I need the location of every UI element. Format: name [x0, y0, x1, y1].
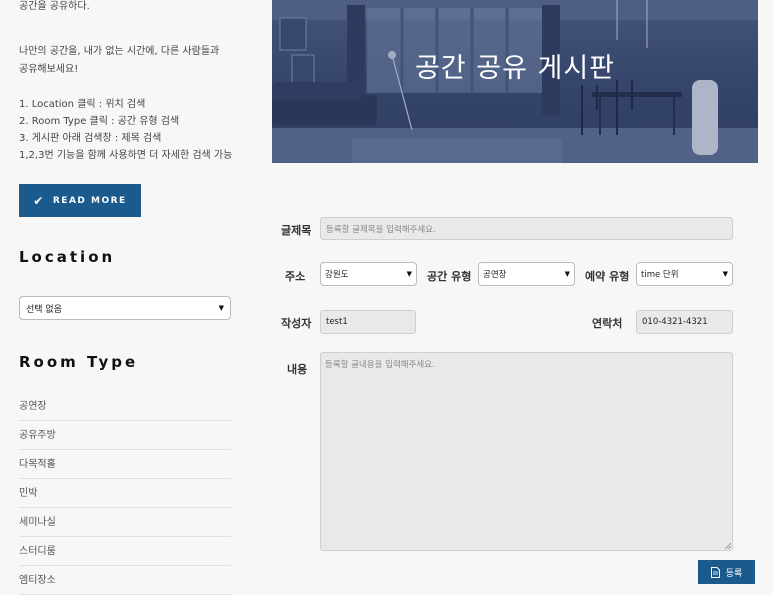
room-type-item[interactable]: 공유주방: [19, 421, 231, 450]
space-type-select[interactable]: 공연장 ▼: [478, 262, 575, 286]
address-select[interactable]: 강원도 ▼: [320, 262, 417, 286]
content-textarea[interactable]: 등록할 글내용을 입력해주세요.: [320, 352, 733, 551]
author-field[interactable]: test1: [320, 310, 416, 334]
room-type-heading: Room Type: [19, 353, 139, 371]
banner-title: 공간 공유 게시판: [414, 53, 616, 84]
intro-paragraph-line2: 공유해보세요!: [19, 64, 79, 75]
reservation-type-label: 예약 유형: [585, 270, 630, 283]
submit-label: 등록: [725, 568, 743, 579]
chevron-down-icon: ▼: [722, 270, 728, 278]
content-label: 내용: [287, 363, 308, 376]
contact-field[interactable]: 010-4321-4321: [636, 310, 733, 334]
room-type-item[interactable]: 다목적홀: [19, 450, 231, 479]
read-more-button[interactable]: ✔ READ MORE: [19, 184, 141, 217]
intro-paragraph-line1: 나만의 공간을, 내가 없는 시간에, 다른 사람들과: [19, 46, 220, 57]
address-select-value: 강원도: [325, 270, 349, 280]
title-label: 글제목: [281, 224, 312, 237]
author-label: 작성자: [281, 317, 312, 330]
resize-handle-icon[interactable]: [724, 542, 731, 549]
location-select-value: 선택 없음: [26, 304, 62, 315]
intro-step-2: 2. Room Type 클릭 : 공간 유형 검색: [19, 116, 180, 127]
location-select[interactable]: 선택 없음 ▼: [19, 296, 231, 320]
address-label: 주소: [285, 270, 306, 283]
chevron-down-icon: ▼: [218, 304, 224, 312]
intro-step-1: 1. Location 클릭 : 위치 검색: [19, 99, 146, 110]
content-placeholder: 등록할 글내용을 입력해주세요.: [325, 360, 435, 370]
intro-step-3: 3. 게시판 아래 검색창 : 제목 검색: [19, 133, 162, 144]
room-type-item[interactable]: 스터디룸: [19, 537, 231, 566]
chevron-down-icon: ▼: [406, 270, 412, 278]
space-type-select-value: 공연장: [483, 270, 507, 280]
room-type-list: 공연장 공유주방 다목적홀 민박 세미나실 스터디룸 엠티장소: [19, 392, 231, 595]
document-icon: [710, 566, 720, 578]
reservation-type-select[interactable]: time 단위 ▼: [636, 262, 733, 286]
reservation-type-select-value: time 단위: [641, 270, 679, 280]
chevron-down-icon: ▼: [564, 270, 570, 278]
banner: 공간 공유 게시판: [272, 0, 758, 163]
room-type-item[interactable]: 세미나실: [19, 508, 231, 537]
submit-button[interactable]: 등록: [698, 560, 755, 584]
title-input[interactable]: 등록할 글제목을 입력해주세요.: [320, 217, 733, 240]
room-type-item[interactable]: 공연장: [19, 392, 231, 421]
space-type-label: 공간 유형: [427, 270, 472, 283]
intro-step-4: 1,2,3번 기능을 함께 사용하면 더 자세한 검색 가능: [19, 150, 233, 161]
room-type-item[interactable]: 민박: [19, 479, 231, 508]
read-more-label: READ MORE: [52, 195, 127, 206]
location-heading: Location: [19, 248, 116, 266]
contact-label: 연락처: [592, 317, 623, 330]
intro-top-text: 공간을 공유하다.: [19, 1, 90, 12]
check-icon: ✔: [33, 193, 45, 208]
